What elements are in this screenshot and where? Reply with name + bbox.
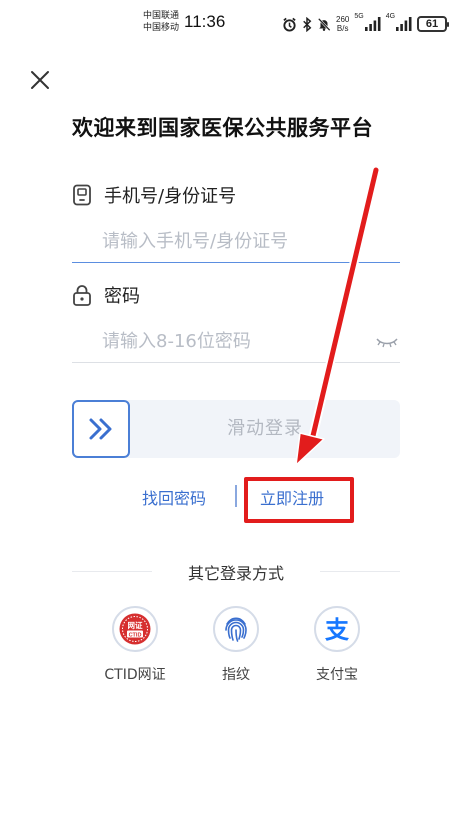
eye-closed-icon <box>376 338 398 348</box>
status-icons: 260 B/s 5G 4G 61 <box>282 13 450 35</box>
lock-icon <box>73 285 91 306</box>
login-method-label: 指纹 <box>222 667 250 683</box>
alipay-circle: 支 <box>314 606 360 652</box>
password-label: 密码 <box>104 286 140 307</box>
status-bar: 中国联通 中国移动 11:36 260 B/s 5G 4G 61 <box>0 0 458 46</box>
login-method-ctid[interactable]: 网证 CTID CTID网证 <box>95 606 175 684</box>
password-input-wrap <box>72 319 400 363</box>
fingerprint-circle <box>213 606 259 652</box>
login-method-fingerprint[interactable]: 指纹 <box>196 606 276 684</box>
battery-level: 61 <box>425 18 439 30</box>
ctid-badge-top: 网证 <box>128 620 143 630</box>
alarm-icon <box>283 17 296 32</box>
alipay-glyph: 支 <box>325 616 350 644</box>
net-speed-value: 260 <box>336 15 350 24</box>
ctid-circle: 网证 CTID <box>112 606 158 652</box>
account-label: 手机号/身份证号 <box>104 186 237 207</box>
password-label-row: 密码 <box>72 282 140 308</box>
signal-4g-label: 4G <box>385 13 396 20</box>
bluetooth-icon <box>303 16 312 32</box>
annotation-highlight-box <box>244 477 354 523</box>
net-speed: 260 B/s <box>336 15 349 33</box>
battery-icon: 61 <box>417 16 450 32</box>
login-method-label: CTID网证 <box>104 667 166 683</box>
page-title: 欢迎来到国家医保公共服务平台 <box>72 116 373 140</box>
mute-bell-icon <box>317 17 331 31</box>
carrier-1: 中国联通 <box>143 11 180 21</box>
slide-login-handle[interactable] <box>72 400 130 458</box>
fingerprint-icon <box>225 617 247 642</box>
password-input[interactable] <box>72 319 400 363</box>
ctid-badge-bottom: CTID <box>129 632 142 638</box>
alipay-icon: 支 <box>325 616 350 644</box>
status-time: 11:36 <box>184 12 226 31</box>
other-login-line-right <box>320 571 400 572</box>
signal-5g-label: 5G <box>354 13 364 20</box>
account-underline <box>72 261 400 263</box>
account-input[interactable] <box>72 219 400 263</box>
account-input-wrap <box>72 219 400 263</box>
password-underline <box>72 362 400 363</box>
double-chevron-right-icon <box>89 418 112 440</box>
ctid-badge-icon: 网证 CTID <box>119 613 151 645</box>
links-divider <box>235 485 237 507</box>
slide-login-track[interactable]: 滑动登录 <box>72 400 400 458</box>
carrier-labels: 中国联通 中国移动 <box>143 10 179 34</box>
account-label-row: 手机号/身份证号 <box>72 182 236 208</box>
other-login-title: 其它登录方式 <box>187 564 284 583</box>
signal-4g-icon <box>396 17 412 31</box>
phone-id-icon <box>73 184 91 206</box>
close-icon <box>31 71 49 89</box>
other-login-header: 其它登录方式 <box>72 560 400 583</box>
carrier-2: 中国移动 <box>143 23 180 33</box>
slide-login-label: 滑动登录 <box>227 418 303 439</box>
login-method-alipay[interactable]: 支 支付宝 <box>297 606 377 684</box>
password-visibility-toggle[interactable] <box>376 333 398 352</box>
forgot-password-link[interactable]: 找回密码 <box>142 485 206 509</box>
login-method-label: 支付宝 <box>316 667 358 683</box>
close-button[interactable] <box>26 66 54 94</box>
net-speed-unit: B/s <box>336 24 349 33</box>
signal-5g-icon <box>364 17 381 31</box>
